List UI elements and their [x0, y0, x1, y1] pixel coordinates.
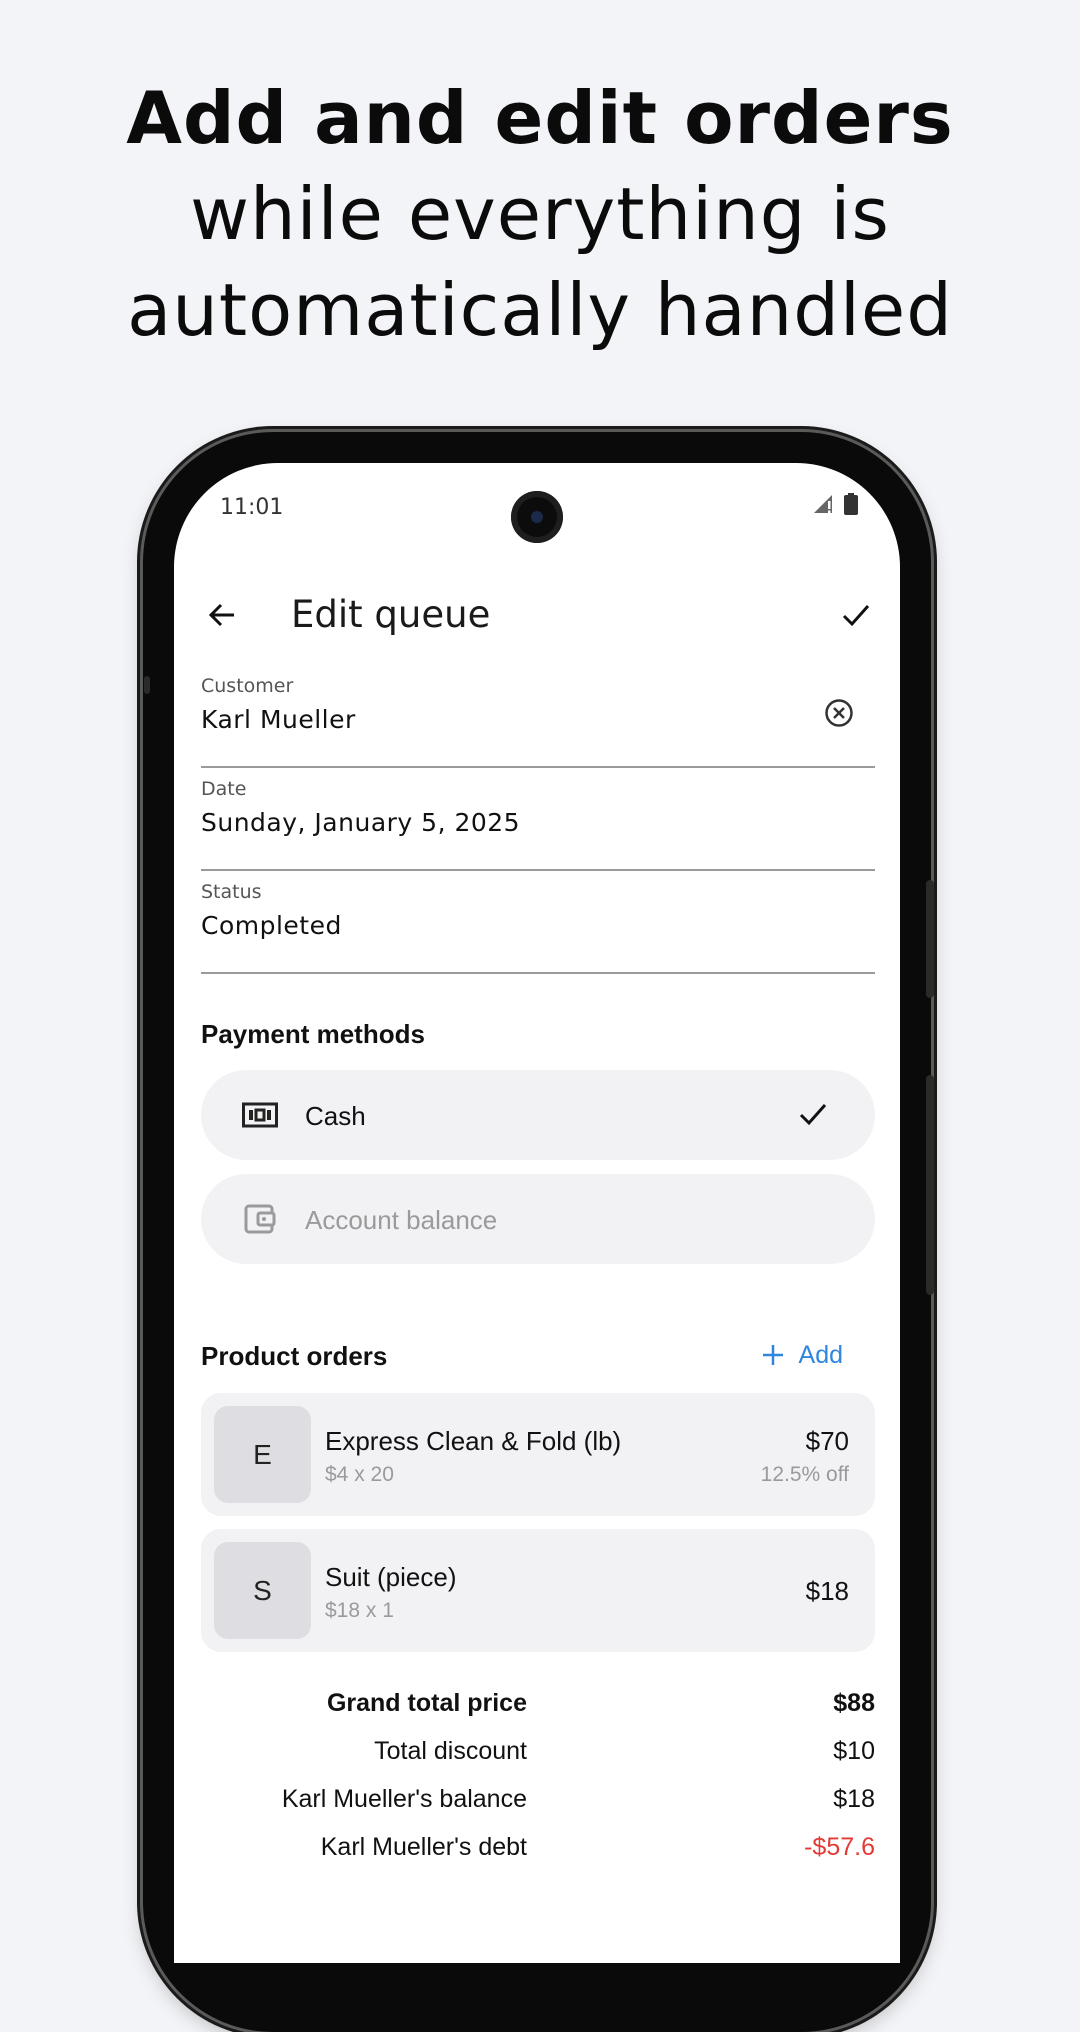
product-avatar: S — [214, 1542, 311, 1639]
front-camera — [511, 491, 563, 543]
headline-line-2: while everything is — [190, 172, 890, 256]
date-value: Sunday, January 5, 2025 — [201, 808, 521, 837]
volume-button — [926, 880, 934, 998]
headline: Add and edit orders while everything is … — [0, 70, 1080, 358]
product-quantity: $18 x 1 — [325, 1599, 394, 1622]
wallet-icon — [241, 1201, 279, 1237]
date-field[interactable]: Date Sunday, January 5, 2025 — [201, 766, 875, 871]
status-icons — [812, 493, 858, 520]
product-name: Express Clean & Fold (lb) — [325, 1426, 622, 1456]
product-quantity: $4 x 20 — [325, 1463, 394, 1486]
headline-line-3: automatically handled — [127, 268, 953, 352]
payment-option-label: Account balance — [305, 1205, 498, 1235]
total-label: Karl Mueller's debt — [320, 1833, 527, 1861]
total-label: Grand total price — [326, 1689, 527, 1717]
payment-methods-title: Payment methods — [201, 1019, 425, 1049]
product-orders-title: Product orders — [201, 1341, 388, 1371]
total-row-grand-total: Grand total price $88 — [201, 1689, 875, 1729]
total-label: Karl Mueller's balance — [281, 1785, 527, 1813]
product-discount: 12.5% off — [760, 1463, 849, 1486]
status-field[interactable]: Status Completed — [201, 869, 875, 974]
headline-line-1: Add and edit orders — [126, 76, 954, 160]
payment-option-cash[interactable]: Cash — [201, 1070, 875, 1160]
status-time: 11:01 — [220, 495, 284, 520]
frame-notch-left — [144, 676, 150, 694]
total-value: -$57.6 — [804, 1833, 875, 1861]
product-avatar: E — [214, 1406, 311, 1503]
customer-label: Customer — [201, 675, 294, 697]
total-label: Total discount — [374, 1737, 527, 1765]
check-icon — [793, 1094, 833, 1134]
product-order-card[interactable]: S Suit (piece) $18 x 1 $18 — [201, 1529, 875, 1652]
power-button — [926, 1075, 934, 1295]
page-title: Edit queue — [291, 593, 491, 636]
product-price: $70 — [805, 1426, 849, 1456]
add-label: Add — [798, 1340, 843, 1369]
total-value: $88 — [833, 1689, 875, 1717]
phone-screen: 11:01 Edit queue Customer Karl Mueller D… — [174, 463, 900, 1963]
customer-value: Karl Mueller — [201, 705, 356, 734]
signal-icon — [812, 493, 836, 520]
total-row-balance: Karl Mueller's balance $18 — [201, 1785, 875, 1825]
back-button[interactable] — [198, 591, 246, 639]
cash-icon — [241, 1097, 279, 1133]
payment-option-account-balance[interactable]: Account balance — [201, 1174, 875, 1264]
total-value: $18 — [833, 1785, 875, 1813]
customer-field[interactable]: Customer Karl Mueller — [201, 663, 875, 768]
arrow-left-icon — [208, 603, 234, 627]
save-button[interactable] — [832, 591, 880, 639]
status-value: Completed — [201, 911, 342, 940]
battery-icon — [844, 493, 858, 520]
clear-customer-button[interactable] — [819, 693, 859, 733]
product-orders-header: Product orders Add — [201, 1333, 875, 1377]
date-label: Date — [201, 778, 247, 800]
check-icon — [842, 605, 870, 627]
payment-option-label: Cash — [305, 1101, 366, 1131]
product-order-card[interactable]: E Express Clean & Fold (lb) $4 x 20 $70 … — [201, 1393, 875, 1516]
product-price: $18 — [805, 1576, 849, 1606]
app-bar: Edit queue — [174, 563, 900, 667]
clear-circle-icon — [825, 699, 853, 727]
total-row-discount: Total discount $10 — [201, 1737, 875, 1777]
plus-icon — [762, 1345, 783, 1365]
add-product-button[interactable]: Add — [761, 1333, 843, 1377]
total-value: $10 — [833, 1737, 875, 1765]
product-name: Suit (piece) — [325, 1562, 457, 1592]
total-row-debt: Karl Mueller's debt -$57.6 — [201, 1833, 875, 1873]
status-label: Status — [201, 881, 262, 903]
